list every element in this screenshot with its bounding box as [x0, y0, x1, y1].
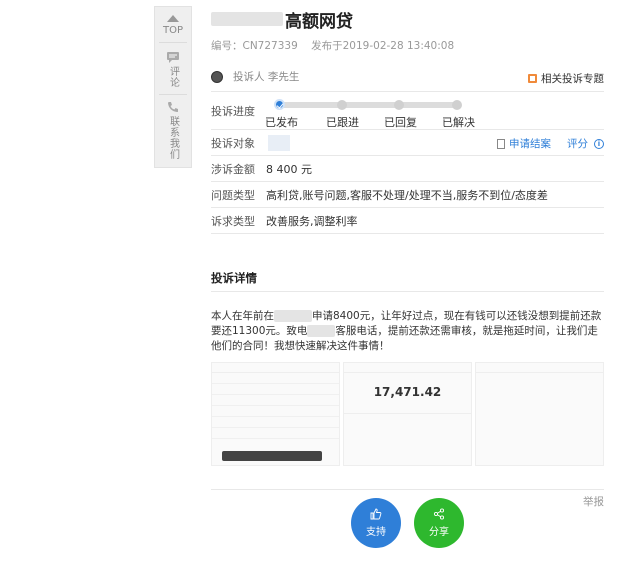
- shot-line: [212, 417, 339, 428]
- evidence-image[interactable]: [475, 362, 604, 466]
- shot-notice-body: [476, 377, 603, 399]
- topic-icon: [528, 74, 537, 83]
- progress-step-label: 已发布: [265, 116, 298, 129]
- shot-line: [212, 406, 339, 417]
- complainant-name: 投诉人 李先生: [233, 71, 300, 83]
- shot-line: [212, 373, 339, 384]
- progress-step-label: 已跟进: [326, 116, 359, 129]
- amount-label: 涉诉金额: [211, 162, 255, 176]
- shot-toast: [222, 451, 322, 461]
- contact-us-label: 联系我们: [167, 116, 179, 160]
- avatar: [211, 70, 223, 83]
- progress-step-dot: [274, 99, 285, 110]
- target-label: 投诉对象: [211, 136, 255, 150]
- comment-icon: [167, 52, 179, 63]
- title-row: 高额网贷: [211, 8, 353, 32]
- progress-label: 投诉进度: [211, 104, 255, 118]
- support-button[interactable]: 支持: [351, 498, 401, 548]
- divider: [211, 489, 604, 490]
- meta-info: 编号：CN727339 发布于2019-02-28 13:40:08: [211, 38, 454, 53]
- progress-step-dot: [394, 100, 404, 110]
- document-icon: [497, 138, 505, 149]
- blurred-target: [268, 134, 290, 151]
- share-label: 分享: [429, 527, 449, 538]
- blurred-company-name: [211, 12, 283, 26]
- complaint-detail-text: 本人在年前在 申请8400元，让年好过点，现在有钱可以还钱没想到提前还款要还113…: [211, 309, 607, 354]
- related-topic-link[interactable]: 相关投诉专题: [528, 71, 604, 86]
- detail-title: 投诉详情: [211, 271, 257, 285]
- comment-button[interactable]: 评论: [159, 43, 187, 95]
- shot-line: [212, 428, 339, 439]
- blurred-text: [307, 325, 336, 337]
- thumbs-up-icon: [370, 508, 382, 520]
- shot-tabs: [344, 413, 471, 419]
- shot-line: [212, 384, 339, 395]
- progress-row: 投诉进度 已发布 已跟进 已回复 已解决: [211, 92, 604, 130]
- share-icon: [433, 508, 445, 520]
- progress-step-dot: [452, 100, 462, 110]
- shot-header: [344, 363, 471, 373]
- amount-row: 涉诉金额 8 400 元: [211, 156, 604, 182]
- page-title: 高额网贷: [285, 11, 353, 32]
- share-button[interactable]: 分享: [414, 498, 464, 548]
- progress-tracker: 已发布 已跟进 已回复 已解决: [265, 96, 475, 129]
- apply-close-link[interactable]: 申请结案: [509, 136, 551, 151]
- shot-amount: 17,471.42: [373, 385, 442, 399]
- report-link[interactable]: 举报: [583, 494, 604, 509]
- blurred-text: [274, 310, 312, 322]
- complaint-id: 编号：CN727339: [211, 40, 298, 52]
- progress-track: [280, 102, 456, 108]
- evidence-image[interactable]: [211, 362, 340, 466]
- demand-type-row: 诉求类型 改善服务,调整利率: [211, 208, 604, 234]
- rate-link[interactable]: 评分: [567, 136, 588, 151]
- progress-step-label: 已回复: [384, 116, 417, 129]
- issue-type-value: 高利贷,账号问题,客服不处理/处理不当,服务不到位/态度差: [266, 188, 548, 202]
- back-to-top-button[interactable]: TOP: [159, 7, 187, 43]
- evidence-image[interactable]: 17,471.42: [343, 362, 472, 466]
- target-actions: 申请结案 评分 i: [497, 136, 604, 151]
- related-topic-label: 相关投诉专题: [541, 73, 604, 85]
- evidence-images: 17,471.42: [211, 362, 604, 466]
- shot-header: [212, 363, 339, 373]
- shot-line: [212, 395, 339, 406]
- arrow-up-icon: [167, 15, 179, 22]
- complainant-row: 投诉人 李先生 相关投诉专题: [211, 62, 604, 92]
- contact-us-button[interactable]: 联系我们: [155, 95, 191, 160]
- demand-type-label: 诉求类型: [211, 214, 255, 228]
- phone-icon: [168, 102, 178, 112]
- floating-sidebar: TOP 评论 联系我们: [154, 6, 192, 168]
- issue-type-row: 问题类型 高利贷,账号问题,客服不处理/处理不当,服务不到位/态度差: [211, 182, 604, 208]
- progress-step-label: 已解决: [442, 116, 475, 129]
- progress-step-dot: [337, 100, 347, 110]
- demand-type-value: 改善服务,调整利率: [266, 214, 358, 228]
- published-time: 发布于2019-02-28 13:40:08: [311, 40, 455, 52]
- issue-type-label: 问题类型: [211, 188, 255, 202]
- divider: [211, 291, 604, 292]
- target-row: 投诉对象 申请结案 评分 i: [211, 130, 604, 156]
- back-to-top-label: TOP: [162, 25, 183, 36]
- info-icon[interactable]: i: [594, 138, 604, 149]
- detail-text-part: 本人在年前在: [211, 310, 274, 322]
- comment-label: 评论: [167, 66, 179, 88]
- amount-value: 8 400 元: [266, 162, 312, 176]
- support-label: 支持: [366, 527, 386, 538]
- shot-header: [476, 363, 603, 373]
